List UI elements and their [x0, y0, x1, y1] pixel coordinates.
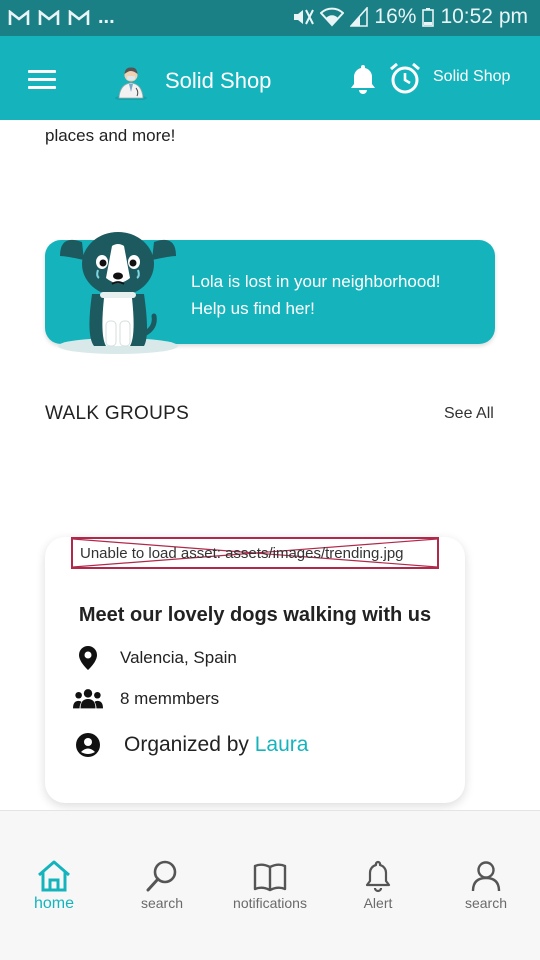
lost-dog-message: Lola is lost in your neighborhood! Help …	[191, 268, 441, 322]
location-text: Valencia, Spain	[120, 648, 237, 667]
person-icon	[471, 861, 501, 892]
location-row: Valencia, Spain	[73, 645, 237, 671]
organizer-text: Organized by Laura	[124, 733, 308, 757]
status-system: 16% 10:52 pm	[292, 5, 528, 29]
home-icon	[38, 860, 70, 892]
walk-group-card[interactable]: Unable to load asset: assets/images/tren…	[45, 537, 465, 803]
nav-alert-label: Alert	[363, 895, 393, 911]
bottom-navigation: home search notifications Alert search	[0, 810, 540, 960]
more-notifications-dots: ...	[98, 6, 115, 28]
signal-icon	[350, 7, 369, 27]
members-row: 8 memmbers	[73, 688, 219, 710]
location-pin-icon	[79, 646, 97, 670]
nav-notifications-label: notifications	[233, 895, 307, 911]
book-icon	[253, 863, 287, 892]
see-all-link[interactable]: See All	[444, 405, 494, 423]
nav-search-label: search	[140, 895, 184, 911]
card-title: Meet our lovely dogs walking with us	[78, 604, 432, 626]
search-icon	[146, 860, 177, 892]
nav-home[interactable]: home	[0, 859, 108, 913]
status-bar: ... 16% 10:52 pm	[0, 0, 540, 36]
lost-dog-line-1: Lola is lost in your neighborhood!	[191, 272, 441, 291]
nav-profile-search[interactable]: search	[432, 859, 540, 911]
battery-percent: 16%	[374, 5, 417, 28]
gmail-icon	[8, 9, 30, 25]
intro-text: places and more!	[45, 126, 176, 145]
group-icon	[73, 689, 103, 709]
organizer-row: Organized by Laura	[73, 732, 308, 758]
alarm-clock-icon[interactable]	[388, 60, 422, 96]
status-notifications: ...	[8, 6, 115, 29]
asset-error-placeholder: Unable to load asset: assets/images/tren…	[71, 537, 439, 569]
gmail-icon	[68, 9, 90, 25]
menu-icon[interactable]	[28, 70, 56, 90]
avatar[interactable]	[112, 62, 150, 100]
wifi-icon	[320, 7, 345, 27]
battery-icon	[422, 8, 435, 27]
walk-groups-title: WALK GROUPS	[45, 403, 190, 424]
lost-dog-line-2: Help us find her!	[191, 299, 315, 318]
nav-notifications[interactable]: notifications	[216, 859, 324, 911]
members-count: 8 memmbers	[120, 689, 220, 708]
nav-alert[interactable]: Alert	[324, 859, 432, 911]
gmail-icon	[38, 9, 60, 25]
app-title: Solid Shop	[165, 68, 272, 93]
nav-home-label: home	[33, 895, 75, 912]
organizer-prefix: Organized by	[124, 733, 249, 756]
app-title-secondary: Solid Shop	[433, 68, 511, 85]
organizer-name-link[interactable]: Laura	[255, 733, 309, 756]
asset-error-text: Unable to load asset: assets/images/tren…	[80, 545, 404, 562]
nav-search[interactable]: search	[108, 859, 216, 911]
nav-profile-search-label: search	[464, 895, 508, 911]
clock-time: 10:52 pm	[440, 5, 528, 28]
account-circle-icon	[76, 733, 100, 757]
bell-icon	[365, 860, 391, 893]
dog-illustration	[58, 232, 178, 354]
app-bar: Solid Shop Solid Shop	[0, 36, 540, 120]
bell-icon[interactable]	[348, 62, 378, 96]
mute-icon	[294, 9, 315, 25]
